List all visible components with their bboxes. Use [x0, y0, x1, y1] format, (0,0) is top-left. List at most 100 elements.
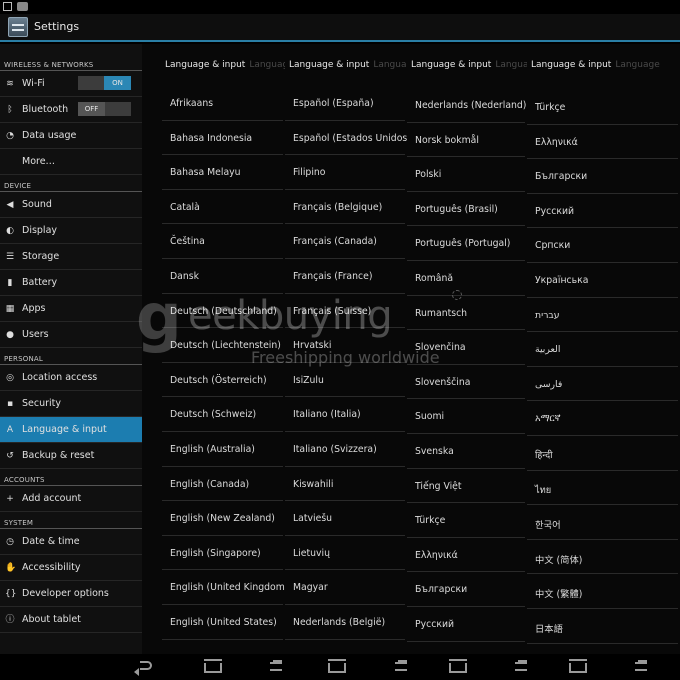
- language-item[interactable]: Nederlands (België): [285, 605, 405, 640]
- sidebar-item-about-tablet[interactable]: ⓘ About tablet: [0, 607, 142, 633]
- language-item[interactable]: Português (Portugal): [407, 226, 525, 261]
- language-item[interactable]: Magyar: [285, 570, 405, 605]
- language-item[interactable]: עברית: [527, 298, 678, 333]
- sidebar-item-language-input[interactable]: A Language & input: [0, 417, 142, 443]
- language-item[interactable]: العربية: [527, 332, 678, 367]
- language-item[interactable]: Slovenčina: [407, 330, 525, 365]
- sidebar-item-battery[interactable]: ▮ Battery: [0, 270, 142, 296]
- language-item[interactable]: IsiZulu: [285, 363, 405, 398]
- language-item[interactable]: Slovenščina: [407, 365, 525, 400]
- sidebar-item-accessibility[interactable]: ✋ Accessibility: [0, 555, 142, 581]
- language-item[interactable]: Deutsch (Deutschland): [162, 294, 283, 329]
- language-item[interactable]: Українська: [527, 263, 678, 298]
- language-item[interactable]: 中文 (简体): [527, 540, 678, 575]
- sidebar-item-users[interactable]: ● Users: [0, 322, 142, 348]
- language-item[interactable]: Ελληνικά: [527, 125, 678, 160]
- language-item[interactable]: English (Australia): [162, 432, 283, 467]
- language-item[interactable]: Français (France): [285, 259, 405, 294]
- language-pane: Language & inputLanguageAfrikaansBahasa …: [142, 44, 680, 654]
- language-item[interactable]: Français (Canada): [285, 224, 405, 259]
- language-item[interactable]: English (New Zealand): [162, 501, 283, 536]
- language-item[interactable]: Italiano (Svizzera): [285, 432, 405, 467]
- language-item[interactable]: Español (Estados Unidos): [285, 121, 407, 156]
- home-icon[interactable]: [569, 659, 587, 673]
- back-icon[interactable]: [134, 661, 152, 676]
- language-item[interactable]: Dansk: [162, 259, 283, 294]
- language-item[interactable]: Norsk bokmål: [407, 123, 525, 158]
- language-item[interactable]: English (Singapore): [162, 536, 283, 571]
- language-item[interactable]: Türkçe: [407, 503, 525, 538]
- language-item[interactable]: Svenska: [407, 434, 525, 469]
- wi-fi-toggle[interactable]: ON: [78, 76, 131, 90]
- language-item[interactable]: Nederlands (Nederland): [407, 88, 526, 123]
- sidebar-item-apps[interactable]: ▦ Apps: [0, 296, 142, 322]
- recent-apps-icon[interactable]: [635, 660, 647, 671]
- language-item[interactable]: English (United States): [162, 605, 283, 640]
- language-item[interactable]: Lietuvių: [285, 536, 405, 571]
- sidebar-item-wi-fi[interactable]: ≋ Wi-Fi ON: [0, 71, 142, 97]
- language-item[interactable]: Italiano (Italia): [285, 397, 405, 432]
- sidebar-item-display[interactable]: ◐ Display: [0, 218, 142, 244]
- language-item[interactable]: Rumantsch: [407, 296, 525, 331]
- language-item[interactable]: 日本語: [527, 609, 678, 644]
- language-item[interactable]: Français (Suisse): [285, 294, 405, 329]
- home-icon[interactable]: [204, 659, 222, 673]
- language-item[interactable]: Português (Brasil): [407, 192, 525, 227]
- sidebar-item-add-account[interactable]: + Add account: [0, 486, 142, 512]
- language-item[interactable]: Deutsch (Liechtenstein): [162, 328, 283, 363]
- language-item[interactable]: Română: [407, 261, 525, 296]
- language-item[interactable]: Русский: [527, 194, 678, 229]
- language-item[interactable]: Čeština: [162, 224, 283, 259]
- recent-apps-icon[interactable]: [395, 660, 407, 671]
- language-item[interactable]: Български: [527, 159, 678, 194]
- column-title: Language & inputLanguage: [289, 60, 407, 74]
- language-item[interactable]: English (United Kingdom): [162, 570, 285, 605]
- language-item[interactable]: Français (Belgique): [285, 190, 405, 225]
- language-item[interactable]: 한국어: [527, 505, 678, 540]
- column-title-ghost: Language: [249, 60, 285, 70]
- language-item[interactable]: Deutsch (Schweiz): [162, 397, 283, 432]
- language-item[interactable]: Bahasa Indonesia: [162, 121, 283, 156]
- language-item[interactable]: Bahasa Melayu: [162, 155, 283, 190]
- language-item[interactable]: 中文 (繁體): [527, 574, 678, 609]
- sidebar-item-location-access[interactable]: ◎ Location access: [0, 365, 142, 391]
- language-item[interactable]: Ελληνικά: [407, 538, 525, 573]
- language-item[interactable]: Suomi: [407, 399, 525, 434]
- home-icon[interactable]: [449, 659, 467, 673]
- sidebar-item-developer-options[interactable]: {} Developer options: [0, 581, 142, 607]
- bluetooth-toggle[interactable]: OFF: [78, 102, 131, 116]
- language-item-label: Русский: [415, 618, 455, 630]
- recent-apps-icon[interactable]: [270, 660, 282, 671]
- language-item[interactable]: Русский: [407, 607, 525, 642]
- language-item[interactable]: Deutsch (Österreich): [162, 363, 283, 398]
- notification-icon: [3, 2, 12, 11]
- sidebar-item-sound[interactable]: ◀ Sound: [0, 192, 142, 218]
- settings-app-icon[interactable]: [8, 17, 28, 37]
- recent-apps-icon[interactable]: [515, 660, 527, 671]
- language-item[interactable]: አማርኛ: [527, 401, 678, 436]
- language-item[interactable]: हिन्दी: [527, 436, 678, 471]
- language-item[interactable]: English (Canada): [162, 467, 283, 502]
- language-item[interactable]: ไทย: [527, 471, 678, 506]
- language-item[interactable]: Türkçe: [527, 90, 678, 125]
- language-item[interactable]: Български: [407, 572, 525, 607]
- sidebar-item-date-time[interactable]: ◷ Date & time: [0, 529, 142, 555]
- language-item[interactable]: Filipino: [285, 155, 405, 190]
- language-item[interactable]: Català: [162, 190, 283, 225]
- sidebar-item-bluetooth[interactable]: ᛒ Bluetooth OFF: [0, 97, 142, 123]
- home-icon[interactable]: [328, 659, 346, 673]
- language-item[interactable]: Español (España): [285, 86, 405, 121]
- language-item[interactable]: فارسی: [527, 367, 678, 402]
- language-item[interactable]: Polski: [407, 157, 525, 192]
- sidebar-item-more[interactable]: More…: [0, 149, 142, 175]
- sidebar-item-data-usage[interactable]: ◔ Data usage: [0, 123, 142, 149]
- language-item[interactable]: Hrvatski: [285, 328, 405, 363]
- language-item[interactable]: Tiếng Việt: [407, 469, 525, 504]
- sidebar-item-backup-reset[interactable]: ↺ Backup & reset: [0, 443, 142, 469]
- language-item[interactable]: Latviešu: [285, 501, 405, 536]
- sidebar-item-security[interactable]: ▪ Security: [0, 391, 142, 417]
- language-item[interactable]: Kiswahili: [285, 467, 405, 502]
- language-item[interactable]: Afrikaans: [162, 86, 283, 121]
- language-item[interactable]: Српски: [527, 228, 678, 263]
- sidebar-item-storage[interactable]: ☰ Storage: [0, 244, 142, 270]
